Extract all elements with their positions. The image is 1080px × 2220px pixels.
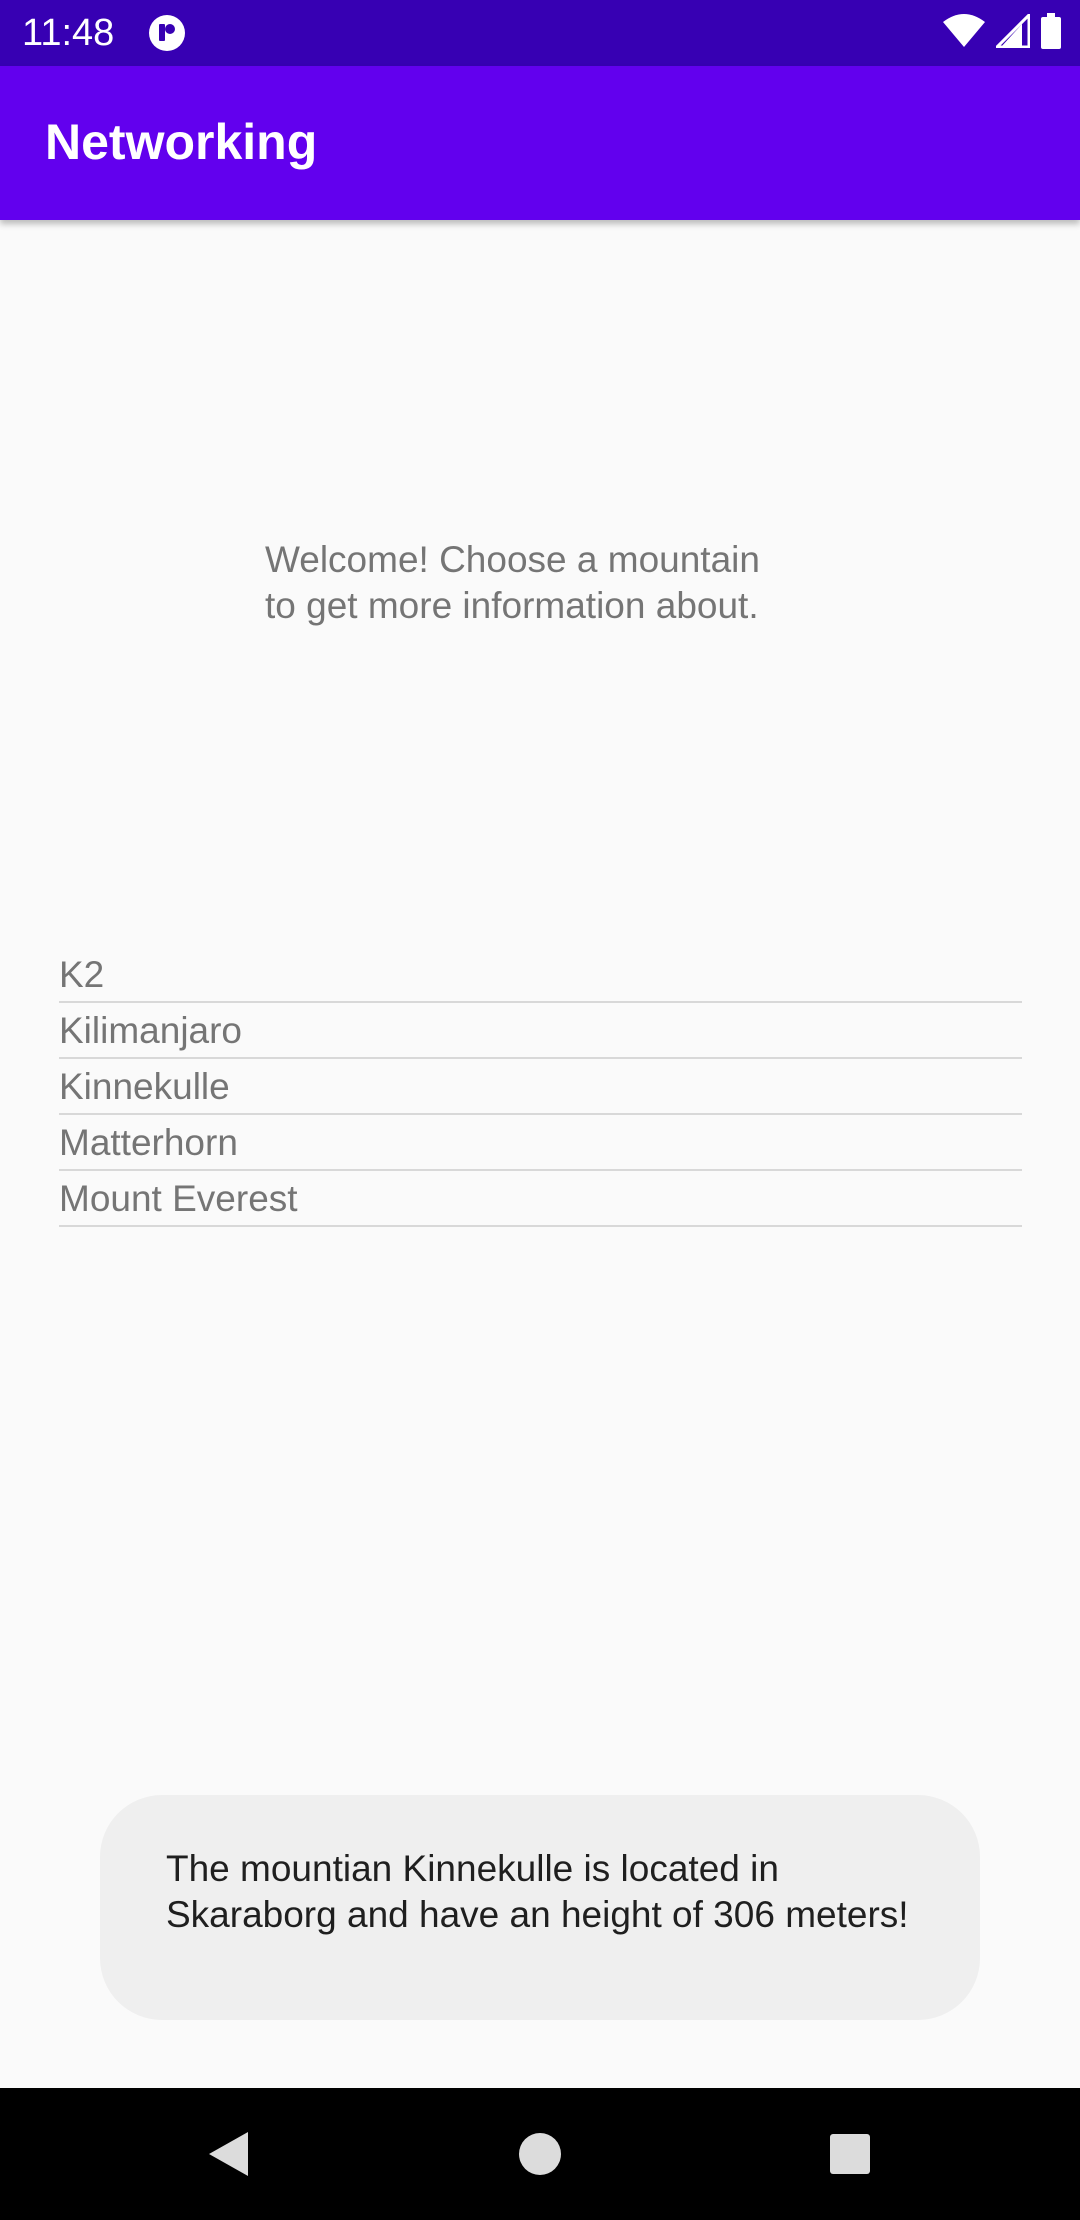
app-notification-icon bbox=[148, 14, 186, 52]
toast-message: The mountian Kinnekulle is located in Sk… bbox=[100, 1795, 980, 2020]
mountain-list-item-matterhorn[interactable]: Matterhorn bbox=[59, 1115, 1022, 1171]
welcome-line-1: Welcome! Choose a mountain bbox=[265, 539, 760, 580]
welcome-line-2: to get more information about. bbox=[265, 585, 759, 626]
mountain-list: K2 Kilimanjaro Kinnekulle Matterhorn Mou… bbox=[59, 947, 1022, 1227]
status-time: 11:48 bbox=[22, 12, 115, 54]
recents-icon[interactable] bbox=[814, 2118, 886, 2190]
status-bar: 11:48 bbox=[0, 0, 1080, 66]
mountain-list-item-kilimanjaro[interactable]: Kilimanjaro bbox=[59, 1003, 1022, 1059]
mountain-list-item-k2[interactable]: K2 bbox=[59, 947, 1022, 1003]
back-icon[interactable] bbox=[192, 2118, 264, 2190]
mountain-list-item-mount-everest[interactable]: Mount Everest bbox=[59, 1171, 1022, 1227]
wifi-icon bbox=[942, 13, 986, 53]
mountain-list-item-kinnekulle[interactable]: Kinnekulle bbox=[59, 1059, 1022, 1115]
battery-icon bbox=[1040, 12, 1062, 54]
app-title: Networking bbox=[45, 114, 318, 170]
app-bar: Networking bbox=[0, 66, 1080, 220]
welcome-message: Welcome! Choose a mountain to get more i… bbox=[265, 537, 885, 629]
home-icon[interactable] bbox=[504, 2118, 576, 2190]
cell-signal-icon bbox=[993, 10, 1031, 53]
navigation-bar bbox=[0, 2088, 1080, 2220]
